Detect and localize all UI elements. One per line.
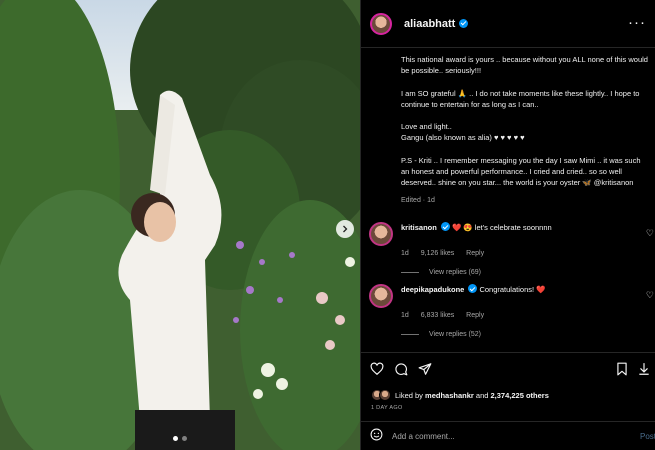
- like-heart-icon[interactable]: [370, 362, 384, 381]
- comment-time: 1d: [401, 312, 409, 319]
- caption-paragraph: Love and light.. Gangu (also known as al…: [401, 122, 525, 143]
- share-paper-plane-icon[interactable]: [418, 362, 432, 381]
- view-replies-label[interactable]: View replies (69): [429, 269, 481, 276]
- post-image[interactable]: [0, 0, 360, 450]
- replies-divider: [401, 272, 419, 273]
- comment-item: kritisanon ❤️ 😍 let's celebrate soonnnn …: [369, 222, 655, 276]
- carousel-indicator: [0, 436, 360, 441]
- liker-avatar: [379, 389, 391, 401]
- commenter-avatar[interactable]: [369, 222, 393, 246]
- comment-time: 1d: [401, 250, 409, 257]
- chevron-right-icon: [343, 225, 348, 233]
- caption-paragraph: P.S - Kriti .. I remember messaging you …: [401, 155, 641, 188]
- next-image-button[interactable]: [336, 220, 354, 238]
- like-comment-heart-icon[interactable]: ♡: [646, 228, 654, 239]
- carousel-dot-active: [173, 436, 178, 441]
- comment-meta: 1d 9,126 likes Reply: [401, 250, 655, 257]
- add-comment-input[interactable]: Add a comment...: [392, 432, 640, 441]
- like-comment-heart-icon[interactable]: ♡: [646, 290, 654, 301]
- comment-text: deepikapadukone Congratulations! ❤️: [401, 284, 546, 295]
- view-replies-label[interactable]: View replies (52): [429, 331, 481, 338]
- comment-item: deepikapadukone Congratulations! ❤️ ♡ 1d…: [369, 284, 655, 338]
- likes-count[interactable]: 2,374,225 others: [491, 391, 549, 400]
- post-caption: This national award is yours .. because …: [401, 54, 649, 217]
- comment-likes[interactable]: 9,126 likes: [421, 250, 454, 257]
- reply-button[interactable]: Reply: [466, 250, 484, 257]
- post-comment-button[interactable]: Post: [640, 432, 655, 441]
- comment-likes[interactable]: 6,833 likes: [421, 312, 454, 319]
- verified-badge-icon: [468, 284, 478, 293]
- add-comment-bar: Add a comment... Post: [361, 421, 655, 450]
- commenter-username[interactable]: deepikapadukone: [401, 285, 464, 294]
- post-photo: [0, 0, 360, 450]
- reply-button[interactable]: Reply: [466, 312, 484, 319]
- author-avatar[interactable]: [370, 12, 392, 35]
- post-details-panel: aliaabhatt ··· This national award is yo…: [360, 0, 655, 450]
- commenter-avatar[interactable]: [369, 284, 393, 308]
- liked-by-text: Liked by medhashankr and 2,374,225 other…: [395, 391, 549, 400]
- verified-badge-icon: [440, 222, 450, 231]
- post-timestamp: 1 DAY AGO: [371, 405, 403, 411]
- comment-bubble-icon[interactable]: [394, 362, 408, 381]
- verified-badge-icon: [459, 18, 469, 28]
- caption-paragraph: I am SO grateful 🙏 .. I do not take mome…: [401, 88, 640, 109]
- liked-by-and: and: [473, 390, 491, 400]
- comment-meta: 1d 6,833 likes Reply: [401, 312, 655, 319]
- emoji-smile-icon[interactable]: [370, 428, 383, 446]
- download-icon[interactable]: [638, 362, 650, 381]
- more-horizontal-icon[interactable]: ···: [628, 14, 646, 31]
- liked-by-summary[interactable]: Liked by medhashankr and 2,374,225 other…: [371, 389, 549, 401]
- comment-text: kritisanon ❤️ 😍 let's celebrate soonnnn: [401, 222, 552, 233]
- comment-body: ❤️ 😍 let's celebrate soonnnn: [451, 223, 552, 232]
- liked-by-prefix: Liked by: [395, 390, 426, 400]
- post-actions: Liked by medhashankr and 2,374,225 other…: [361, 352, 655, 450]
- bookmark-icon[interactable]: [616, 362, 628, 381]
- author-username-text[interactable]: aliaabhatt: [404, 18, 455, 30]
- author-username[interactable]: aliaabhatt: [404, 18, 469, 30]
- caption-paragraph: This national award is yours .. because …: [401, 55, 648, 76]
- carousel-dot: [182, 436, 187, 441]
- commenter-username[interactable]: kritisanon: [401, 223, 437, 232]
- liked-by-user[interactable]: medhashankr: [425, 391, 474, 400]
- view-replies-button[interactable]: View replies (52): [401, 331, 655, 338]
- comment-body: Congratulations! ❤️: [479, 285, 546, 294]
- replies-divider: [401, 334, 419, 335]
- view-replies-button[interactable]: View replies (69): [401, 269, 655, 276]
- edited-timestamp: Edited · 1d: [401, 196, 435, 204]
- post-header: aliaabhatt ···: [361, 0, 655, 48]
